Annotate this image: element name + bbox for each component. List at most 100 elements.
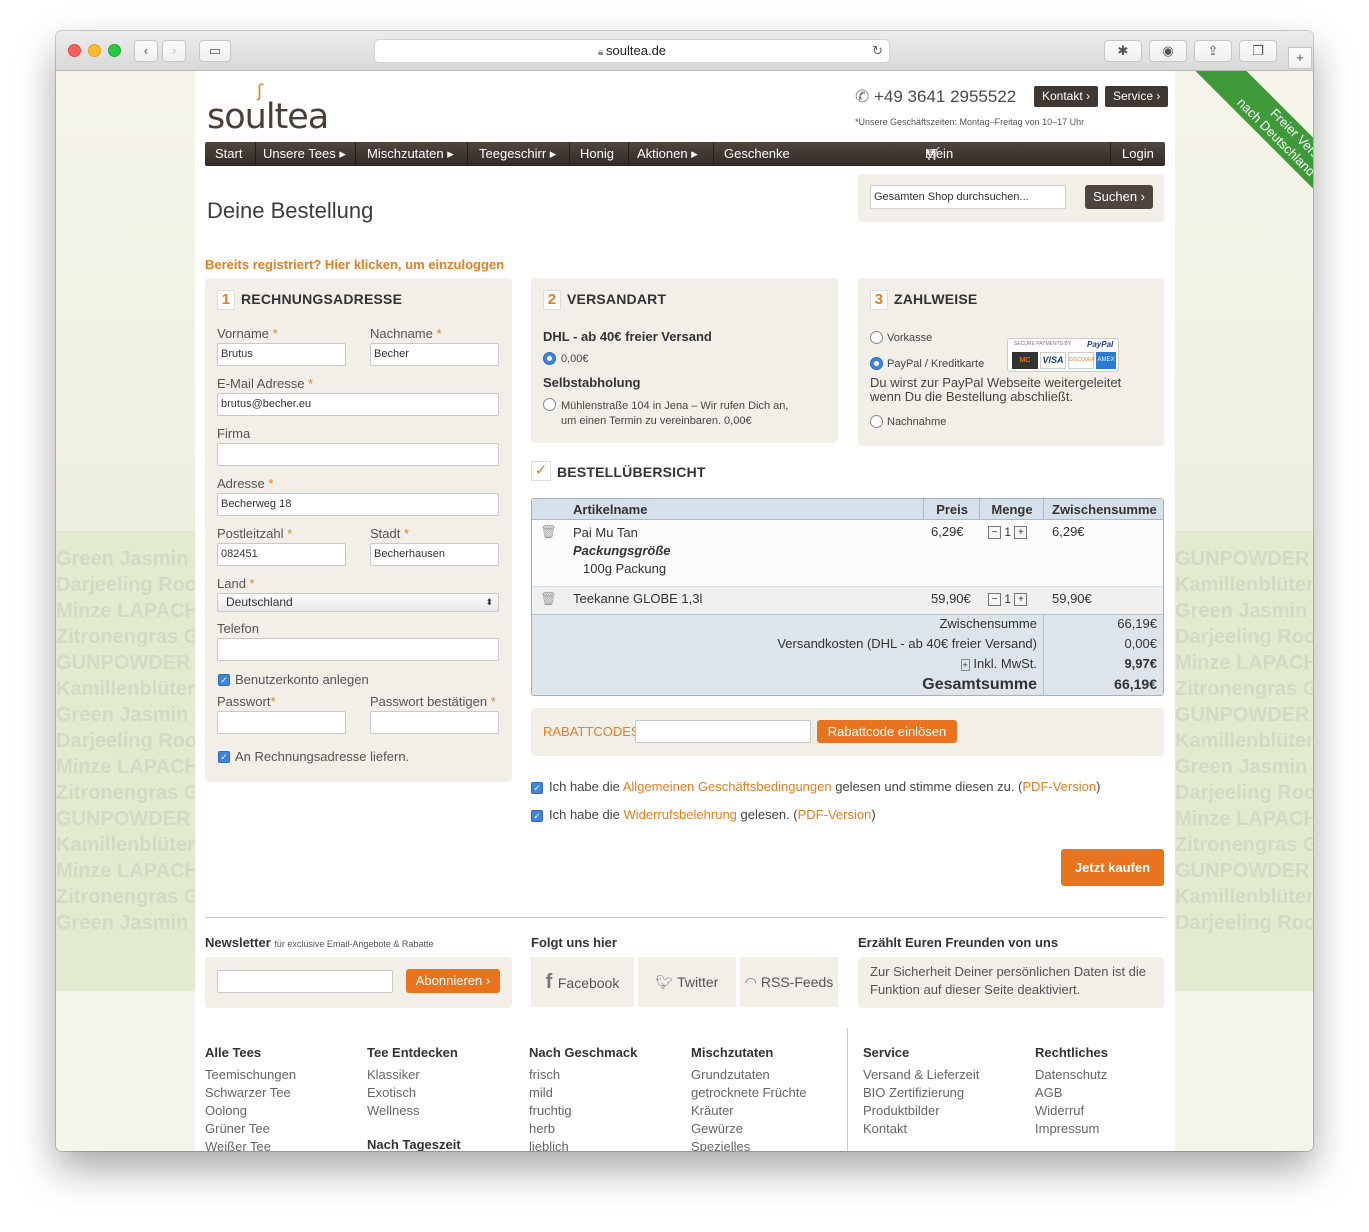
nav-item-mischzutaten[interactable]: Mischzutaten ▸ xyxy=(367,142,454,166)
footer-link[interactable]: Teemischungen xyxy=(205,1066,296,1084)
forward-icon[interactable]: › xyxy=(162,40,186,62)
address-label: Adresse * xyxy=(217,476,274,491)
billing-panel: 1 RECHNUNGSADRESSE Vorname * Nachname * B… xyxy=(205,278,512,782)
footer-link[interactable]: Kontakt xyxy=(863,1120,979,1138)
agb-link[interactable]: Allgemeinen Geschäftsbedingungen xyxy=(623,779,832,794)
pickup-radio[interactable] xyxy=(543,398,556,411)
footer-link[interactable]: Gewürze xyxy=(691,1120,807,1138)
zip-input[interactable]: 082451 xyxy=(217,543,346,566)
city-input[interactable]: Becherhausen xyxy=(370,543,499,566)
footer-link[interactable]: getrocknete Früchte xyxy=(691,1084,807,1102)
footer-link[interactable]: AGB xyxy=(1035,1084,1107,1102)
overview-title: BESTELLÜBERSICHT xyxy=(557,464,706,480)
zoom-window-button[interactable] xyxy=(108,44,121,57)
plus-icon[interactable]: + xyxy=(1014,593,1028,607)
footer-link[interactable]: Datenschutz xyxy=(1035,1066,1107,1084)
footer-link[interactable]: Impressum xyxy=(1035,1120,1107,1138)
minus-icon[interactable]: − xyxy=(988,593,1001,607)
ship-same-checkbox[interactable]: ✓ xyxy=(218,751,230,763)
agb-pdf-link[interactable]: PDF-Version xyxy=(1022,779,1096,794)
reload-icon[interactable]: ↻ xyxy=(872,40,883,62)
withdrawal-checkbox[interactable]: ✓ xyxy=(531,810,543,822)
minus-icon[interactable]: − xyxy=(988,526,1001,540)
nav-item-teegeschirr[interactable]: Teegeschirr ▸ xyxy=(479,142,556,166)
agb-checkbox[interactable]: ✓ xyxy=(531,782,543,794)
quantity-stepper[interactable]: − 1 + xyxy=(988,592,1028,607)
extension-icon[interactable]: ◉ xyxy=(1149,40,1187,62)
footer-link[interactable]: BIO Zertifizierung xyxy=(863,1084,979,1102)
expand-icon[interactable]: + xyxy=(960,659,970,671)
footer-link[interactable]: Klassiker xyxy=(367,1066,420,1084)
buy-button[interactable]: Jetzt kaufen xyxy=(1061,849,1164,886)
footer-link[interactable]: frisch xyxy=(529,1066,572,1084)
share-icon[interactable]: ⇪ xyxy=(1194,40,1232,62)
nav-item-start[interactable]: Start xyxy=(215,142,242,166)
footer-link[interactable]: Exotisch xyxy=(367,1084,420,1102)
footer-link[interactable]: Weißer Tee xyxy=(205,1138,296,1151)
dhl-radio[interactable] xyxy=(543,352,556,365)
phone-number: ✆ +49 3641 2955522 xyxy=(855,87,1017,106)
footer-link[interactable]: Grundzutaten xyxy=(691,1066,807,1084)
footer-link[interactable]: Wellness xyxy=(367,1102,420,1120)
footer-link[interactable]: lieblich xyxy=(529,1138,572,1151)
address-input[interactable]: Becherweg 18 xyxy=(217,493,499,516)
footer-link[interactable]: herb xyxy=(529,1120,572,1138)
phone-input[interactable] xyxy=(217,638,499,661)
lastname-input[interactable]: Becher xyxy=(370,343,499,366)
newsletter-subscribe-button[interactable]: Abonnieren › xyxy=(406,969,500,993)
tabs-icon[interactable]: ❐ xyxy=(1239,40,1277,62)
steam-icon: ʃ xyxy=(257,81,263,102)
paypal-radio[interactable] xyxy=(870,357,883,370)
facebook-link[interactable]: f Facebook xyxy=(531,957,634,1007)
cod-radio[interactable] xyxy=(870,415,883,428)
company-input[interactable] xyxy=(217,443,499,466)
minimize-window-button[interactable] xyxy=(88,44,101,57)
withdrawal-pdf-link[interactable]: PDF-Version xyxy=(798,807,872,822)
sidebar-icon[interactable]: ▭ xyxy=(199,40,231,62)
subtotal-label: Zwischensumme xyxy=(939,616,1037,631)
footer-link[interactable]: fruchtig xyxy=(529,1102,572,1120)
nav-item-aktionen[interactable]: Aktionen ▸ xyxy=(637,142,698,166)
twitter-link[interactable]: 🐦︎ Twitter xyxy=(638,957,736,1007)
footer-link[interactable]: Kräuter xyxy=(691,1102,807,1120)
withdrawal-link[interactable]: Widerrufsbelehrung xyxy=(623,807,736,822)
footer-link[interactable]: Versand & Lieferzeit xyxy=(863,1066,979,1084)
footer-link[interactable]: mild xyxy=(529,1084,572,1102)
bookmark-icon[interactable]: ✱ xyxy=(1104,40,1142,62)
prepayment-radio[interactable] xyxy=(870,331,883,344)
nav-item-geschenke[interactable]: Geschenke xyxy=(724,142,790,166)
back-icon[interactable]: ‹ xyxy=(134,40,158,62)
footer-link-list: Klassiker Exotisch Wellness xyxy=(367,1066,420,1120)
shipping-panel: 2 VERSANDART DHL - ab 40€ freier Versand … xyxy=(531,278,838,443)
email-input[interactable]: brutus@becher.eu xyxy=(217,393,499,416)
search-input[interactable]: Gesamten Shop durchsuchen... xyxy=(870,185,1066,209)
quantity-stepper[interactable]: − 1 + xyxy=(988,525,1028,540)
nav-item-tees[interactable]: Unsere Tees ▸ xyxy=(263,142,346,166)
coupon-button[interactable]: Rabattcode einlösen xyxy=(817,720,957,743)
rss-link[interactable]: ◠ RSS-Feeds xyxy=(740,957,838,1007)
footer-link[interactable]: Produktbilder xyxy=(863,1102,979,1120)
create-account-checkbox[interactable]: ✓ xyxy=(218,674,230,686)
delete-icon[interactable]: 🗑︎ xyxy=(540,524,557,540)
delete-icon[interactable]: 🗑︎ xyxy=(540,591,557,607)
close-window-button[interactable] xyxy=(68,44,81,57)
footer-link[interactable]: Widerruf xyxy=(1035,1102,1107,1120)
password-input[interactable] xyxy=(217,711,346,734)
newsletter-email-input[interactable] xyxy=(217,970,393,993)
new-tab-icon[interactable]: + xyxy=(1288,47,1312,69)
footer-link[interactable]: Schwarzer Tee xyxy=(205,1084,296,1102)
password-confirm-input[interactable] xyxy=(370,711,499,734)
footer-link[interactable]: Spezielles xyxy=(691,1138,807,1151)
plus-icon[interactable]: + xyxy=(1014,526,1028,540)
footer-link[interactable]: Grüner Tee xyxy=(205,1120,296,1138)
nav-item-honig[interactable]: Honig xyxy=(580,142,614,166)
login-hint-link[interactable]: Bereits registriert? Hier klicken, um ei… xyxy=(205,257,504,272)
footer-link[interactable]: Oolong xyxy=(205,1102,296,1120)
firstname-input[interactable]: Brutus xyxy=(217,343,346,366)
contact-button[interactable]: Kontakt › xyxy=(1034,86,1099,107)
address-bar[interactable]: 🔒︎ soultea.de ↻ xyxy=(374,39,890,63)
coupon-input[interactable] xyxy=(635,720,811,743)
country-select[interactable]: Deutschland ⬍ xyxy=(217,593,499,612)
product-subtotal: 6,29€ xyxy=(1052,524,1085,539)
logo[interactable]: soultea ʃ xyxy=(207,81,329,137)
